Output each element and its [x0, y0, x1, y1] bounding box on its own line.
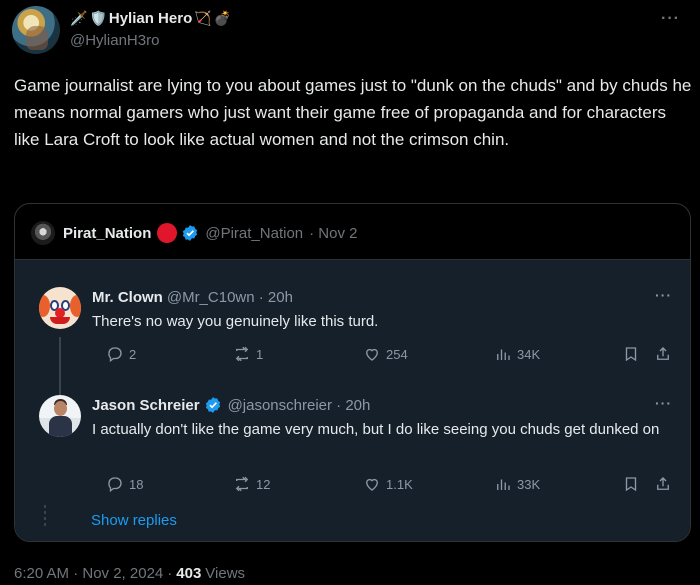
- views-action: 34K: [494, 345, 540, 363]
- views-action: 33K: [494, 475, 540, 493]
- author-name-row[interactable]: 🗡️ 🛡️ Hylian Hero 🏹 💣: [70, 8, 231, 28]
- repost-action: 1: [233, 345, 263, 363]
- verified-badge-icon: [183, 225, 198, 241]
- more-options-icon: ···: [655, 287, 672, 303]
- author-name[interactable]: Hylian Hero: [109, 10, 192, 27]
- analytics-icon: [497, 349, 510, 360]
- repost-action: 12: [233, 475, 270, 493]
- reply-author-name: Mr. Clown: [92, 288, 163, 306]
- reply-action: 18: [106, 475, 143, 493]
- bookmark-icon: [625, 347, 637, 362]
- like-action: 1.1K: [363, 475, 413, 493]
- like-action: 254: [363, 345, 408, 363]
- share-icon: [657, 347, 669, 360]
- verified-badge-icon: [205, 397, 220, 413]
- reply-count: 2: [129, 346, 137, 362]
- quoted-date: · Nov 2: [309, 224, 358, 242]
- show-replies-link: Show replies: [91, 512, 177, 529]
- heart-icon: [366, 478, 378, 491]
- view-count: 33K: [517, 476, 541, 492]
- bomb-icon: 💣: [213, 10, 232, 26]
- quoted-handle: @Pirat_Nation: [205, 224, 304, 242]
- repost-count: 12: [256, 476, 271, 492]
- reply-actions: 18 12 1.1K 33K: [106, 475, 674, 495]
- share-action: [654, 345, 672, 363]
- quoted-tweet-header: Pirat_Nation @Pirat_Nation · Nov 2: [31, 221, 358, 245]
- reply-author-name: Jason Schreier: [92, 396, 200, 414]
- separator-dot: ·: [167, 565, 173, 582]
- reply-handle: @jasonschreier · 20h: [227, 396, 371, 414]
- bookmark-action: [622, 475, 640, 493]
- bookmark-icon: [625, 477, 637, 492]
- repost-count: 1: [256, 346, 264, 362]
- quoted-tweet[interactable]: Pirat_Nation @Pirat_Nation · Nov 2 Mr. C…: [14, 203, 691, 542]
- author-handle[interactable]: @HylianH3ro: [70, 32, 231, 49]
- clown-avatar: [39, 287, 81, 329]
- share-icon: [657, 477, 669, 490]
- reply-action: 2: [106, 345, 136, 363]
- reply-text: There's no way you genuinely like this t…: [92, 313, 379, 330]
- author-avatar[interactable]: [12, 6, 60, 54]
- repost-icon: [235, 346, 249, 362]
- reply-actions: 2 1 254 34K: [106, 345, 674, 365]
- quoted-avatar: [31, 221, 55, 245]
- reply-icon: [108, 477, 122, 493]
- dagger-icon: 🗡️: [70, 10, 88, 26]
- more-options-icon: ···: [655, 395, 672, 411]
- thread-line: [59, 337, 61, 395]
- tweet-timestamp[interactable]: 6:20 AM · Nov 2, 2024: [14, 565, 163, 582]
- view-count: 34K: [517, 346, 541, 362]
- reply-text: I actually don't like the game very much…: [92, 421, 660, 438]
- like-count: 254: [386, 346, 408, 362]
- heart-icon: [366, 348, 378, 361]
- quoted-author-name: Pirat_Nation: [63, 224, 152, 242]
- more-options-icon[interactable]: ···: [661, 10, 680, 28]
- jason-avatar: [39, 395, 81, 437]
- quoted-screenshot: Mr. Clown @Mr_C10wn · 20h There's no way…: [15, 259, 690, 541]
- analytics-icon: [497, 479, 510, 490]
- repost-icon: [235, 476, 249, 492]
- like-count: 1.1K: [386, 476, 413, 492]
- reply-body: Mr. Clown @Mr_C10wn · 20h There's no way…: [92, 287, 672, 333]
- share-action: [654, 475, 672, 493]
- reply-count: 18: [129, 476, 144, 492]
- red-circle-icon: [157, 223, 178, 243]
- reply-icon: [108, 347, 122, 363]
- reply-body: Jason Schreier @jasonschreier · 20h I ac…: [92, 395, 672, 441]
- views-count: 403: [176, 565, 202, 582]
- bow-and-arrow-icon: 🏹: [194, 10, 212, 26]
- author-block: 🗡️ 🛡️ Hylian Hero 🏹 💣 @HylianH3ro: [70, 8, 231, 50]
- shield-icon: 🛡️: [89, 10, 107, 26]
- views-label: Views: [205, 565, 246, 582]
- thread-dots: [44, 505, 46, 527]
- tweet-footer: 6:20 AM · Nov 2, 2024 · 403 Views: [14, 565, 245, 582]
- reply-handle: @Mr_C10wn · 20h: [166, 288, 293, 306]
- tweet-text: Game journalist are lying to you about g…: [14, 76, 692, 149]
- bookmark-action: [622, 345, 640, 363]
